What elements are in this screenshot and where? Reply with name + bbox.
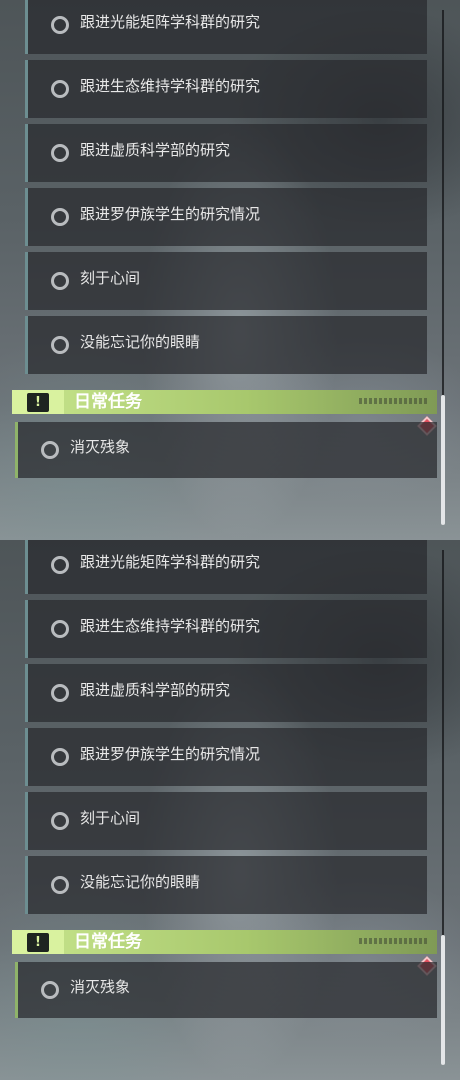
quest-label: 消灭残象 [70,978,131,996]
header-decoration [359,938,429,944]
radio-circle-icon [51,620,69,638]
quest-item[interactable]: 跟进虚质科学部的研究 [25,124,427,182]
radio-circle-icon [51,336,69,354]
scrollbar-thumb[interactable] [441,935,445,1065]
quest-label: 跟进光能矩阵学科群的研究 [80,553,261,571]
daily-icon-box: ! [12,930,64,954]
quest-label: 跟进虚质科学部的研究 [80,681,231,699]
quest-item[interactable]: 跟进光能矩阵学科群的研究 [25,0,427,54]
quest-item[interactable]: 没能忘记你的眼睛 [25,856,427,914]
quest-label: 跟进生态维持学科群的研究 [80,617,261,635]
quest-label: 消灭残象 [70,438,131,456]
radio-circle-icon [41,981,59,999]
radio-circle-icon [51,208,69,226]
quest-item[interactable]: 没能忘记你的眼睛 [25,316,427,374]
header-decoration [359,398,429,404]
exclamation-box-icon: ! [27,933,49,952]
quest-label: 跟进罗伊族学生的研究情况 [80,745,261,763]
quest-label: 刻于心间 [80,809,141,827]
radio-circle-icon [51,556,69,574]
daily-quest-item[interactable]: 消灭残象 [15,422,437,478]
quest-item[interactable]: 跟进罗伊族学生的研究情况 [25,188,427,246]
daily-tasks-title: 日常任务 [74,932,142,952]
quest-label: 跟进光能矩阵学科群的研究 [80,13,261,31]
radio-circle-icon [51,144,69,162]
quest-label: 跟进罗伊族学生的研究情况 [80,205,261,223]
quest-label: 跟进虚质科学部的研究 [80,141,231,159]
daily-quest-item[interactable]: 消灭残象 [15,962,437,1018]
quest-item[interactable]: 刻于心间 [25,792,427,850]
daily-tasks-header[interactable]: ! 日常任务 [12,390,437,414]
quest-item[interactable]: 跟进生态维持学科群的研究 [25,60,427,118]
radio-circle-icon [51,684,69,702]
quest-item[interactable]: 跟进生态维持学科群的研究 [25,600,427,658]
quest-label: 刻于心间 [80,269,141,287]
radio-circle-icon [51,80,69,98]
exclamation-box-icon: ! [27,393,49,412]
daily-tasks-header[interactable]: ! 日常任务 [12,930,437,954]
quest-item[interactable]: 刻于心间 [25,252,427,310]
daily-tasks-title: 日常任务 [74,392,142,412]
radio-circle-icon [51,876,69,894]
quest-panel-top: 跟进光能矩阵学科群的研究 跟进生态维持学科群的研究 跟进虚质科学部的研究 跟进罗… [0,0,460,540]
quest-item[interactable]: 跟进虚质科学部的研究 [25,664,427,722]
radio-circle-icon [51,272,69,290]
daily-icon-box: ! [12,390,64,414]
quest-item[interactable]: 跟进罗伊族学生的研究情况 [25,728,427,786]
quest-label: 没能忘记你的眼睛 [80,873,201,891]
quest-panel-bottom: 跟进光能矩阵学科群的研究 跟进生态维持学科群的研究 跟进虚质科学部的研究 跟进罗… [0,540,460,1080]
radio-circle-icon [51,16,69,34]
scrollbar-thumb[interactable] [441,395,445,525]
quest-item[interactable]: 跟进光能矩阵学科群的研究 [25,540,427,594]
quest-label: 跟进生态维持学科群的研究 [80,77,261,95]
radio-circle-icon [41,441,59,459]
radio-circle-icon [51,748,69,766]
radio-circle-icon [51,812,69,830]
quest-label: 没能忘记你的眼睛 [80,333,201,351]
